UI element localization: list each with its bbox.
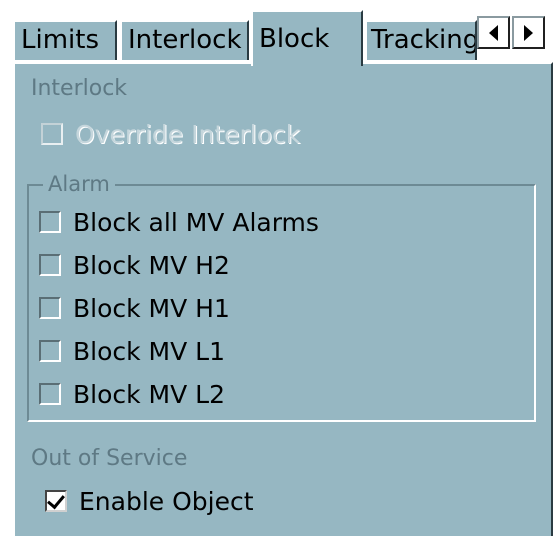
block-mv-h2-checkbox[interactable] [39, 254, 61, 276]
block-all-mv-alarms-row: Block all MV Alarms [39, 206, 319, 238]
block-mv-l1-row: Block MV L1 [39, 335, 225, 367]
checkmark-icon [47, 490, 65, 510]
caret-right-icon [524, 24, 533, 41]
override-interlock-row: Override Interlock [41, 118, 300, 150]
tab-scroll-left-button[interactable] [477, 16, 510, 49]
tab-interlock[interactable]: Interlock [120, 20, 249, 60]
block-mv-h2-row: Block MV H2 [39, 249, 230, 281]
block-mv-h1-row: Block MV H1 [39, 292, 230, 324]
override-interlock-checkbox[interactable] [41, 123, 63, 145]
tab-block[interactable]: Block [251, 10, 363, 66]
block-panel: Interlock Override Interlock Alarm Block… [13, 62, 553, 536]
interlock-section-label: Interlock [31, 76, 128, 101]
alarm-group: Alarm Block all MV Alarms Block MV H2 Bl… [27, 171, 536, 422]
tab-limits[interactable]: Limits [13, 20, 117, 60]
block-all-mv-alarms-label: Block all MV Alarms [73, 207, 319, 237]
enable-object-checkbox[interactable] [45, 490, 67, 512]
block-mv-h2-label: Block MV H2 [73, 250, 230, 280]
alarm-group-legend: Alarm [43, 171, 115, 197]
tab-tracking[interactable]: Tracking [365, 20, 477, 60]
block-tab-window: Limits Interlock Tracking Block Interloc… [0, 0, 554, 536]
caret-left-icon [489, 24, 498, 41]
out-of-service-section-label: Out of Service [31, 446, 188, 471]
tab-scroll-right-button[interactable] [512, 16, 545, 49]
block-mv-l2-label: Block MV L2 [73, 379, 226, 409]
override-interlock-label: Override Interlock [75, 119, 301, 149]
block-mv-h1-checkbox[interactable] [39, 297, 61, 319]
block-mv-l2-row: Block MV L2 [39, 378, 225, 410]
block-mv-l1-checkbox[interactable] [39, 340, 61, 362]
block-mv-h1-label: Block MV H1 [73, 293, 230, 323]
enable-object-label: Enable Object [79, 486, 254, 516]
enable-object-row: Enable Object [45, 485, 254, 517]
block-mv-l1-label: Block MV L1 [73, 336, 226, 366]
block-all-mv-alarms-checkbox[interactable] [39, 211, 61, 233]
block-mv-l2-checkbox[interactable] [39, 383, 61, 405]
